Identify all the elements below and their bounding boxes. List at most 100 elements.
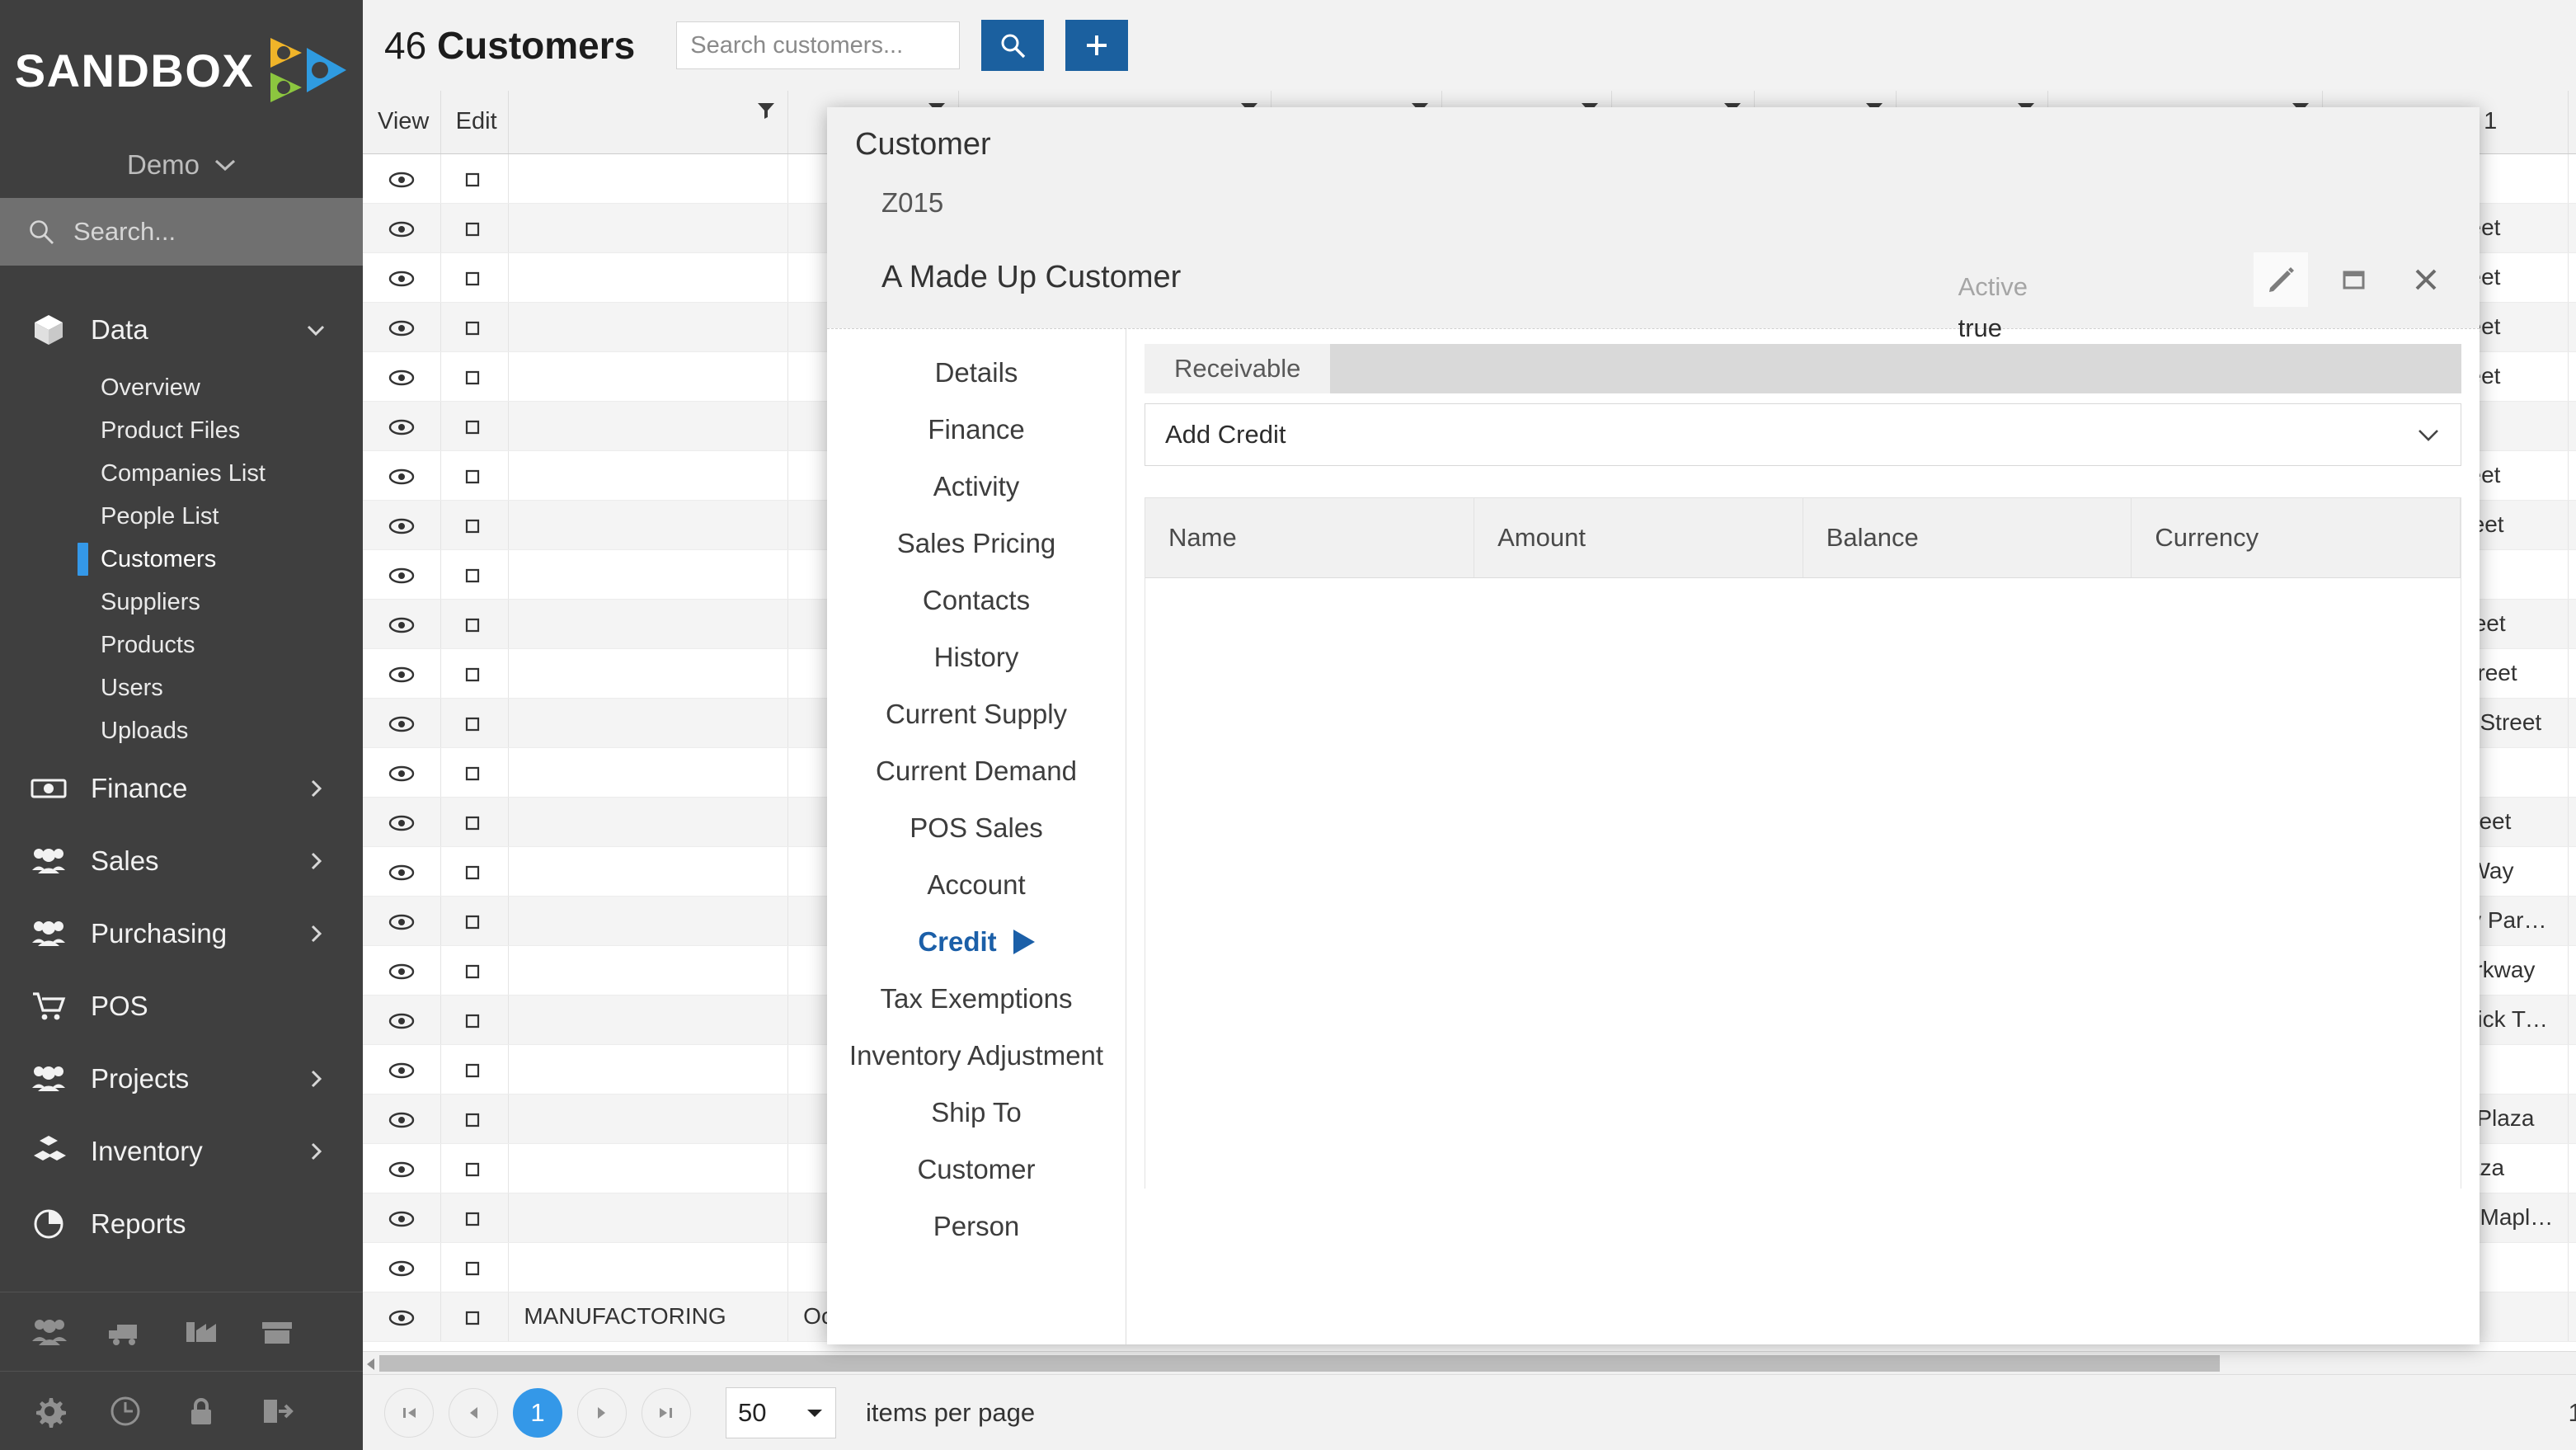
- first-page-button[interactable]: [384, 1387, 434, 1438]
- modal-tab-tax-exemptions[interactable]: Tax Exemptions: [827, 970, 1126, 1027]
- eye-icon[interactable]: [388, 517, 415, 535]
- sidebar-item-suppliers[interactable]: Suppliers: [0, 581, 363, 624]
- modal-tab-details[interactable]: Details: [827, 344, 1126, 401]
- edit-row-icon[interactable]: [462, 171, 488, 189]
- row-view-cell[interactable]: [363, 698, 441, 748]
- horizontal-scrollbar[interactable]: [363, 1351, 2576, 1374]
- factory-icon[interactable]: [181, 1312, 221, 1352]
- eye-icon[interactable]: [388, 1160, 415, 1179]
- row-view-cell[interactable]: [363, 1094, 441, 1144]
- sidebar-group-finance[interactable]: Finance: [0, 752, 363, 825]
- row-view-cell[interactable]: [363, 846, 441, 897]
- row-view-cell[interactable]: [363, 896, 441, 946]
- sidebar-search[interactable]: Search...: [0, 198, 363, 266]
- row-view-cell[interactable]: [363, 1242, 441, 1292]
- row-view-cell[interactable]: [363, 648, 441, 699]
- edit-row-icon[interactable]: [462, 864, 488, 882]
- archive-icon[interactable]: [257, 1312, 297, 1352]
- edit-row-icon[interactable]: [462, 715, 488, 733]
- row-edit-cell[interactable]: [440, 153, 510, 204]
- sidebar-group-projects[interactable]: Projects: [0, 1043, 363, 1115]
- maximize-button[interactable]: [2326, 252, 2381, 307]
- row-edit-cell[interactable]: [440, 1143, 510, 1193]
- row-edit-cell[interactable]: [440, 1044, 510, 1095]
- row-edit-cell[interactable]: [440, 450, 510, 501]
- edit-row-icon[interactable]: [462, 1012, 488, 1030]
- filter-icon[interactable]: [756, 101, 776, 120]
- row-edit-cell[interactable]: [440, 500, 510, 550]
- row-edit-cell[interactable]: [440, 302, 510, 352]
- edit-row-icon[interactable]: [462, 418, 488, 436]
- edit-row-icon[interactable]: [462, 1309, 488, 1327]
- sidebar-item-customers[interactable]: Customers: [0, 538, 363, 581]
- row-view-cell[interactable]: [363, 1044, 441, 1095]
- row-view-cell[interactable]: [363, 747, 441, 798]
- row-view-cell[interactable]: [363, 945, 441, 996]
- edit-row-icon[interactable]: [462, 1062, 488, 1080]
- row-view-cell[interactable]: [363, 1193, 441, 1243]
- row-edit-cell[interactable]: [440, 945, 510, 996]
- eye-icon[interactable]: [388, 418, 415, 436]
- modal-tab-activity[interactable]: Activity: [827, 458, 1126, 515]
- edit-row-icon[interactable]: [462, 319, 488, 337]
- edit-row-icon[interactable]: [462, 1259, 488, 1278]
- modal-tab-account[interactable]: Account: [827, 856, 1126, 913]
- eye-icon[interactable]: [388, 864, 415, 882]
- org-selector[interactable]: Demo: [0, 132, 363, 198]
- eye-icon[interactable]: [388, 220, 415, 238]
- modal-tab-current-supply[interactable]: Current Supply: [827, 685, 1126, 742]
- next-page-button[interactable]: [577, 1387, 627, 1438]
- sidebar-item-product-files[interactable]: Product Files: [0, 409, 363, 452]
- sidebar-item-uploads[interactable]: Uploads: [0, 709, 363, 752]
- sidebar-item-companies-list[interactable]: Companies List: [0, 452, 363, 495]
- items-per-page-select[interactable]: 50: [726, 1386, 836, 1438]
- eye-icon[interactable]: [388, 913, 415, 931]
- edit-row-icon[interactable]: [462, 814, 488, 832]
- row-view-cell[interactable]: [363, 351, 441, 402]
- eye-icon[interactable]: [388, 616, 415, 634]
- row-view-cell[interactable]: [363, 1143, 441, 1193]
- sidebar-item-products[interactable]: Products: [0, 624, 363, 666]
- row-edit-cell[interactable]: [440, 401, 510, 451]
- edit-row-icon[interactable]: [462, 567, 488, 585]
- row-view-cell[interactable]: [363, 401, 441, 451]
- eye-icon[interactable]: [388, 468, 415, 486]
- tab-receivable[interactable]: Receivable: [1145, 344, 1331, 393]
- column-edit[interactable]: Edit: [440, 91, 510, 154]
- row-view-cell[interactable]: [363, 995, 441, 1045]
- row-edit-cell[interactable]: [440, 995, 510, 1045]
- modal-tab-credit[interactable]: Credit: [827, 913, 1126, 970]
- row-view-cell[interactable]: [363, 302, 441, 352]
- sidebar-group-reports[interactable]: Reports: [0, 1188, 363, 1260]
- modal-tab-pos-sales[interactable]: POS Sales: [827, 799, 1126, 856]
- row-edit-cell[interactable]: [440, 1242, 510, 1292]
- eye-icon[interactable]: [388, 1309, 415, 1327]
- modal-tab-person[interactable]: Person: [827, 1198, 1126, 1255]
- sidebar-group-inventory[interactable]: Inventory: [0, 1115, 363, 1188]
- truck-icon[interactable]: [106, 1312, 145, 1352]
- row-edit-cell[interactable]: [440, 1292, 510, 1342]
- credit-column-name[interactable]: Name: [1145, 498, 1475, 578]
- row-edit-cell[interactable]: [440, 648, 510, 699]
- eye-icon[interactable]: [388, 1210, 415, 1228]
- row-edit-cell[interactable]: [440, 351, 510, 402]
- row-view-cell[interactable]: [363, 549, 441, 600]
- modal-tab-current-demand[interactable]: Current Demand: [827, 742, 1126, 799]
- edit-row-icon[interactable]: [462, 1210, 488, 1228]
- modal-tab-history[interactable]: History: [827, 628, 1126, 685]
- eye-icon[interactable]: [388, 319, 415, 337]
- edit-row-icon[interactable]: [462, 666, 488, 684]
- eye-icon[interactable]: [388, 171, 415, 189]
- eye-icon[interactable]: [388, 814, 415, 832]
- edit-row-icon[interactable]: [462, 468, 488, 486]
- last-page-button[interactable]: [642, 1387, 691, 1438]
- column-view[interactable]: View: [363, 91, 441, 154]
- row-edit-cell[interactable]: [440, 896, 510, 946]
- gear-icon[interactable]: [30, 1391, 69, 1431]
- sidebar-group-sales[interactable]: Sales: [0, 825, 363, 897]
- row-view-cell[interactable]: [363, 500, 441, 550]
- close-button[interactable]: [2399, 252, 2453, 307]
- eye-icon[interactable]: [388, 567, 415, 585]
- row-edit-cell[interactable]: [440, 252, 510, 303]
- column-address-line-2[interactable]: Address Line 2: [2568, 91, 2576, 154]
